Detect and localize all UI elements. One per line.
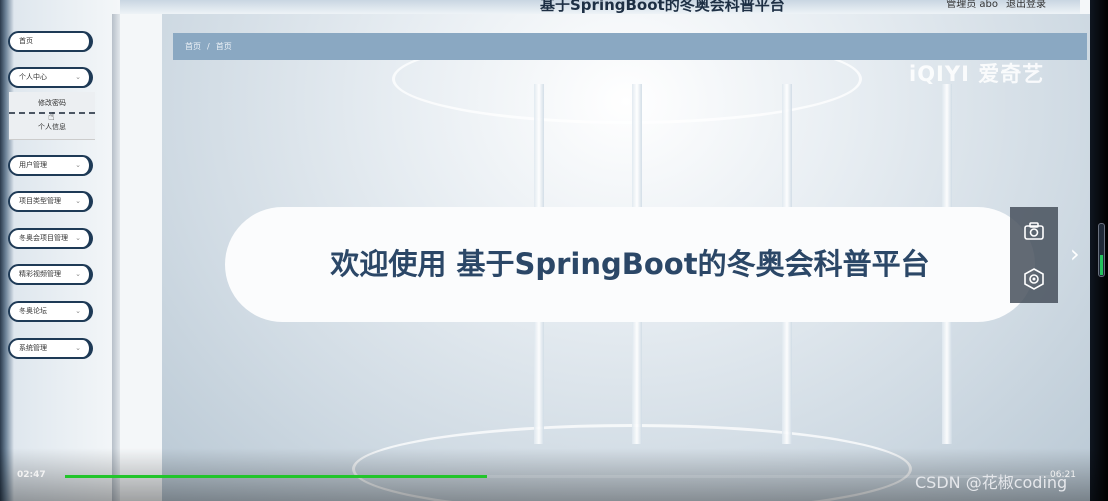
breadcrumb-current: 首页: [215, 42, 232, 51]
breadcrumb-home[interactable]: 首页: [185, 42, 201, 51]
sidebar-item-label: 系统管理: [19, 344, 47, 352]
screenshot-button[interactable]: [1010, 207, 1058, 255]
sidebar-divider: [112, 14, 120, 501]
chevron-down-icon: ⌄: [75, 234, 81, 242]
settings-button[interactable]: [1010, 255, 1058, 303]
welcome-banner: 欢迎使用 基于SpringBoot的冬奥会科普平台: [225, 207, 1035, 322]
progress-fill: [65, 475, 488, 478]
app-frame: 基于SpringBoot的冬奥会科普平台 管理员 abo 退出登录 首页 个人中…: [0, 0, 1108, 501]
volume-fill: [1100, 255, 1103, 275]
iqiyi-logo: iQIYI 爱奇艺: [909, 62, 1045, 86]
sidebar-item-user-management[interactable]: 用户管理 ⌄: [8, 155, 93, 176]
camera-icon: [1024, 222, 1044, 240]
sidebar-item-video-management[interactable]: 精彩视频管理 ⌄: [8, 264, 93, 285]
logout-link[interactable]: 退出登录: [1006, 0, 1046, 10]
sidebar-item-system-management[interactable]: 系统管理 ⌄: [8, 338, 93, 359]
sidebar-item-olympic-project-management[interactable]: 冬奥会项目管理 ⌄: [8, 228, 93, 249]
app-title: 基于SpringBoot的冬奥会科普平台: [540, 0, 785, 14]
top-header: 基于SpringBoot的冬奥会科普平台 管理员 abo 退出登录: [120, 0, 1080, 14]
sidebar-item-personal-center[interactable]: 个人中心 ⌄: [8, 67, 93, 88]
current-time: 02:47: [17, 470, 46, 480]
chevron-down-icon: ⌄: [75, 197, 81, 205]
sidebar-item-label: 冬奥会项目管理: [19, 234, 68, 242]
chevron-down-icon: ⌄: [75, 270, 81, 278]
volume-indicator[interactable]: [1098, 223, 1105, 277]
sidebar-item-home[interactable]: 首页: [8, 31, 93, 52]
chevron-down-icon: ⌄: [75, 307, 81, 315]
chevron-down-icon: ⌄: [75, 344, 81, 352]
breadcrumb: 首页 / 首页: [173, 33, 1087, 60]
chevron-right-icon[interactable]: ›: [1070, 240, 1080, 268]
sidebar-item-project-type-management[interactable]: 项目类型管理 ⌄: [8, 191, 93, 212]
sidebar: 首页 个人中心 ⌄ 修改密码 个人信息 ☝ 用户管理 ⌄ 项目类型管理 ⌄ 冬奥…: [0, 14, 112, 501]
sidebar-item-label: 精彩视频管理: [19, 270, 61, 278]
player-side-panel: [1010, 207, 1058, 303]
chevron-down-icon: ⌄: [75, 161, 81, 169]
breadcrumb-separator: /: [207, 42, 210, 51]
csdn-watermark: CSDN @花椒coding: [915, 473, 1068, 492]
hand-cursor-icon: ☝: [48, 110, 55, 123]
sidebar-item-forum[interactable]: 冬奥论坛 ⌄: [8, 301, 93, 322]
sidebar-item-label: 首页: [19, 37, 33, 45]
sidebar-item-label: 冬奥论坛: [19, 307, 47, 315]
main-content: 首页 / 首页 iQIYI 爱奇艺 欢迎使用 基于SpringBoot的冬奥会科普平…: [162, 14, 1090, 501]
sidebar-item-label: 用户管理: [19, 161, 47, 169]
sidebar-item-label: 个人中心: [19, 73, 47, 81]
sidebar-item-label: 项目类型管理: [19, 197, 61, 205]
user-label: 管理员 abo: [946, 0, 998, 10]
welcome-text: 欢迎使用 基于SpringBoot的冬奥会科普平台: [330, 247, 930, 281]
chevron-down-icon: ⌄: [75, 73, 81, 81]
gear-icon: [1024, 268, 1044, 290]
